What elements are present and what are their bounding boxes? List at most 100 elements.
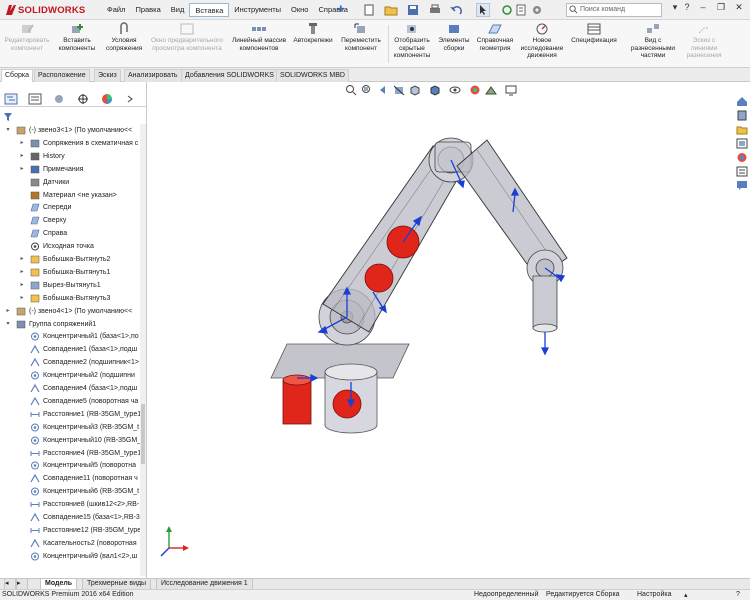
pin-icon[interactable]: ✚ — [337, 4, 345, 15]
tree-item[interactable]: Расстояние8 (шкив12<2>,RB- — [0, 498, 140, 511]
new-document-icon[interactable] — [362, 3, 376, 17]
base-motor[interactable] — [282, 379, 312, 425]
tree-item[interactable]: ▸ History — [0, 150, 140, 163]
expand-toggle-icon[interactable]: ▸ — [18, 137, 26, 150]
tree-item[interactable]: Концентричный9 (вал1<2>,ш — [0, 550, 140, 563]
solidworks-resources-icon[interactable] — [736, 96, 748, 107]
tree-item[interactable]: Касательность2 (поворотная — [0, 537, 140, 550]
menu-insert[interactable]: Вставка — [189, 3, 230, 17]
menu-view[interactable]: Вид — [166, 3, 190, 17]
tree-item[interactable]: Спереди — [0, 201, 140, 214]
panel-expand-icon[interactable] — [124, 93, 138, 105]
file-explorer-icon[interactable] — [736, 124, 748, 135]
tree-item[interactable]: ▸ Вырез-Вытянуть1 — [0, 279, 140, 292]
tree-item[interactable]: Материал <не указан> — [0, 189, 140, 202]
expand-toggle-icon[interactable]: ▾ — [4, 124, 12, 137]
tree-item[interactable]: ▾ Группа сопряжений1 — [0, 318, 140, 331]
section-view-icon[interactable] — [393, 84, 405, 96]
tree-item[interactable]: ▸ Бобышка-Вытянуть1 — [0, 266, 140, 279]
exploded-view-button[interactable]: Вид с разнесенными частями — [628, 22, 678, 68]
filter-icon[interactable] — [3, 112, 13, 122]
lower-arm-pulley-2[interactable] — [364, 263, 394, 293]
tree-item[interactable]: ▾ (-) звено3<1> (По умолчанию<< — [0, 124, 140, 137]
tree-item[interactable]: Совпадение2 (подшипник<1> — [0, 356, 140, 369]
display-style-icon[interactable] — [429, 84, 441, 96]
base-pulley[interactable] — [332, 389, 362, 419]
minimize-button[interactable]: – — [696, 2, 710, 17]
tree-item[interactable]: Исходная точка — [0, 240, 140, 253]
tab-evaluate[interactable]: Анализировать — [124, 69, 182, 82]
appearances-icon[interactable] — [736, 152, 748, 163]
dimxpert-tab-icon[interactable] — [76, 93, 90, 105]
linear-pattern-button[interactable]: Линейный массив компонентов — [228, 22, 290, 68]
expand-toggle-icon[interactable]: ▸ — [18, 279, 26, 292]
rebuild-icon[interactable] — [500, 3, 514, 17]
tree-item[interactable]: Расстояние1 (RB-35GM_type1 — [0, 408, 141, 421]
insert-components-button[interactable]: Вставить компоненты — [54, 22, 100, 68]
explode-line-sketch-button[interactable]: Эскиз с линиями разнесения — [680, 22, 728, 68]
tree-item[interactable]: Сверху — [0, 214, 140, 227]
view-orientation-icon[interactable] — [409, 84, 421, 96]
expand-toggle-icon[interactable]: ▸ — [18, 253, 26, 266]
new-motion-study-button[interactable]: Новое исследование движения — [518, 22, 566, 68]
menu-tools[interactable]: Инструменты — [229, 3, 286, 17]
bill-of-materials-button[interactable]: Спецификация — [568, 22, 620, 68]
tree-item[interactable]: ▸ Сопряжения в схематичная с — [0, 137, 140, 150]
view-settings-icon[interactable] — [505, 84, 517, 96]
file-properties-icon[interactable] — [514, 3, 528, 17]
status-help-icon[interactable]: ? — [736, 591, 740, 598]
tree-item[interactable]: Концентричный3 (RB-35GM_t — [0, 421, 140, 434]
save-icon[interactable] — [406, 3, 420, 17]
solidworks-forum-icon[interactable] — [736, 180, 748, 191]
zoom-area-icon[interactable] — [361, 84, 373, 96]
reference-geometry-button[interactable]: Справочная геометрия — [474, 22, 516, 68]
hide-show-items-icon[interactable] — [449, 84, 461, 96]
design-library-icon[interactable] — [736, 110, 748, 121]
move-component-button[interactable]: Переместить компонент — [336, 22, 386, 68]
view-palette-icon[interactable] — [736, 138, 748, 149]
tree-item[interactable]: Концентричный6 (RB-35GM_t — [0, 485, 140, 498]
end-effector[interactable] — [532, 275, 558, 329]
tree-item[interactable]: Расстояние4 (RB-35GM_type1 — [0, 447, 141, 460]
property-manager-tab-icon[interactable] — [28, 93, 42, 105]
tree-item[interactable]: Концентричный2 (подшипни — [0, 369, 140, 382]
expand-toggle-icon[interactable]: ▾ — [4, 318, 12, 331]
tree-item[interactable]: Справа — [0, 227, 140, 240]
menu-file[interactable]: Файл — [102, 3, 130, 17]
menu-help[interactable]: Справка — [313, 3, 352, 17]
mate-button[interactable]: Условия сопряжения — [102, 22, 146, 68]
custom-properties-icon[interactable] — [736, 166, 748, 177]
tab-solidworks-mbd[interactable]: SOLIDWORKS MBD — [276, 69, 349, 82]
tree-item[interactable]: Датчики — [0, 176, 140, 189]
help-icon[interactable]: ? — [680, 2, 694, 17]
zoom-to-fit-icon[interactable] — [345, 84, 357, 96]
tree-item[interactable]: ▸ Примечания — [0, 163, 140, 176]
options-gear-icon[interactable] — [530, 3, 544, 17]
tree-scrollbar[interactable] — [140, 124, 146, 576]
feature-tree-tab-icon[interactable] — [4, 93, 18, 105]
solidworks-logo[interactable]: SOLIDWORKS — [4, 3, 90, 18]
tree-item[interactable]: Концентричный5 (поворотна — [0, 459, 140, 472]
component-preview-button[interactable]: Окно предварительного просмотра компонен… — [148, 22, 226, 68]
tree-item[interactable]: Совпадение5 (поворотная ча — [0, 395, 140, 408]
menu-window[interactable]: Окно — [286, 3, 313, 17]
open-folder-icon[interactable] — [384, 3, 398, 17]
expand-toggle-icon[interactable]: ▸ — [18, 150, 26, 163]
tab-assembly[interactable]: Сборка — [1, 69, 33, 82]
status-settings[interactable]: Настройка — [637, 591, 671, 598]
scrollbar-thumb[interactable] — [141, 404, 145, 464]
tree-item[interactable]: Концентричный10 (RB-35GM_type — [0, 434, 146, 447]
tree-item[interactable]: Расстояние12 (RB-35GM_type — [0, 524, 141, 537]
close-button[interactable]: ✕ — [732, 2, 746, 17]
expand-toggle-icon[interactable]: ▸ — [4, 305, 12, 318]
edit-component-button[interactable]: Редактировать компонент — [2, 22, 52, 68]
graphics-area[interactable] — [147, 82, 732, 578]
tab-solidworks-addins[interactable]: Добавления SOLIDWORKS — [181, 69, 278, 82]
configuration-tab-icon[interactable] — [52, 93, 66, 105]
tree-item[interactable]: ▸ Бобышка-Вытянуть2 — [0, 253, 140, 266]
tab-layout[interactable]: Расположение — [34, 69, 90, 82]
expand-toggle-icon[interactable]: ▸ — [18, 163, 26, 176]
show-hidden-components-button[interactable]: Отобразить скрытые компоненты — [390, 22, 434, 68]
tree-item[interactable]: Совпадение4 (база<1>,подш — [0, 382, 140, 395]
robot-arm-model[interactable] — [147, 82, 732, 578]
